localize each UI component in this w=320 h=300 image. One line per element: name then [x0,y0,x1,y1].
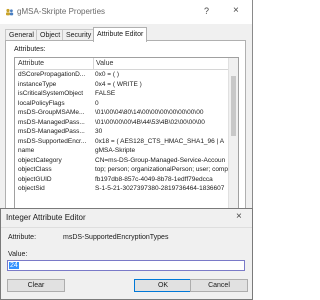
attribute-name: objectSid [18,185,45,192]
attribute-value: 0x4 = ( WRITE ) [95,80,142,88]
list-item[interactable]: msDS-GroupMSAMe... \01\00\04\80\14\00\00\… [15,108,230,118]
column-header-attribute[interactable]: Attribute [18,60,44,67]
attribute-name-value: msDS-SupportedEncryptionTypes [63,234,169,241]
list-item[interactable]: objectSid S-1-5-21-3027397380-2819736464-… [15,184,230,194]
attribute-value: gMSA-Skripte [95,147,136,154]
list-item[interactable]: localPolicyFlags 0 [15,99,230,109]
title-bar: gMSA-Skripte Properties ? × [0,0,252,24]
selected-value-text[interactable]: 24 [9,262,19,269]
list-item[interactable]: isCriticalSystemObject FALSE [15,89,230,99]
attribute-name: msDS-GroupMSAMe... [18,109,85,116]
value-label: Value: [8,251,28,258]
list-item[interactable]: msDS-ManagedPass... \01\00\00\00\4B\44\53… [15,118,230,128]
dialog-divider [1,227,252,228]
list-item[interactable]: objectGUID fb197db8-857c-4049-8b78-1edff7… [15,175,230,185]
attribute-value: S-1-5-21-3027397380-2819736464-1836607 [95,185,225,192]
dialog-close-button[interactable]: × [236,211,242,222]
attribute-value: 0 [95,99,99,107]
attribute-value: 0x0 = ( ) [95,71,120,78]
integer-attribute-editor-dialog: Integer Attribute Editor × Attribute: ms… [0,208,253,300]
tab-attribute-editor[interactable]: Attribute Editor [93,27,148,42]
attribute-name: isCriticalSystemObject [18,90,84,97]
attribute-value: 0x18 = ( AES128_CTS_HMAC_SHA1_96 | A [95,137,225,145]
attribute-value: CN=ms-DS-Group-Managed-Service-Accoun [95,156,226,164]
scrollbar-thumb[interactable] [231,76,236,136]
group-icon [6,8,14,16]
attributes-label: Attributes: [14,46,46,53]
attribute-name: dSCorePropagationD... [18,71,86,78]
column-header-value[interactable]: Value [96,60,113,67]
list-item[interactable]: objectClass top; person; organizationalPe… [15,165,230,175]
list-item[interactable]: msDS-ManagedPass... 30 [15,127,230,137]
clear-button[interactable]: Clear [7,279,65,292]
attribute-value: FALSE [95,90,116,97]
attribute-name: objectClass [18,166,52,173]
attribute-name: objectCategory [18,156,62,164]
list-item[interactable]: name gMSA-Skripte [15,146,230,156]
attribute-value: top; person; organizationalPerson; user;… [95,166,228,173]
ok-button[interactable]: OK [134,279,192,292]
attribute-name: msDS-SupportedEncr... [18,137,87,145]
attribute-name: msDS-ManagedPass... [18,118,85,126]
help-button[interactable]: ? [204,6,209,16]
attribute-name: msDS-ManagedPass... [18,128,85,135]
column-divider[interactable] [93,58,94,69]
attribute-rows: dSCorePropagationD... 0x0 = ( ) instanceT… [15,70,230,194]
dialog-title: Integer Attribute Editor [6,213,86,222]
list-item[interactable]: msDS-SupportedEncr... 0x18 = ( AES128_CTS… [15,137,230,147]
attribute-value: \01\00\04\80\14\00\00\00\00\00\00\00 [95,109,204,116]
attribute-value: 30 [95,128,103,135]
close-button[interactable]: × [233,5,239,16]
attribute-value: fb197db8-857c-4049-8b78-1edff79edcca [95,175,213,183]
list-item[interactable]: objectCategory CN=ms-DS-Group-Managed-Ser… [15,156,230,166]
cancel-button[interactable]: Cancel [190,279,248,292]
list-item[interactable]: dSCorePropagationD... 0x0 = ( ) [15,70,230,80]
window-title: gMSA-Skripte Properties [17,7,106,16]
attribute-name: name [18,147,35,154]
value-input[interactable]: 24 [7,260,245,271]
attribute-name: instanceType [18,80,57,88]
attribute-value: \01\00\00\00\4B\44\53\4B\02\00\00\00 [95,118,205,126]
list-header: Attribute Value [15,58,230,70]
attribute-name: objectGUID [18,175,52,183]
attribute-label: Attribute: [8,234,37,241]
list-item[interactable]: instanceType 0x4 = ( WRITE ) [15,80,230,90]
attribute-name: localPolicyFlags [18,99,65,107]
